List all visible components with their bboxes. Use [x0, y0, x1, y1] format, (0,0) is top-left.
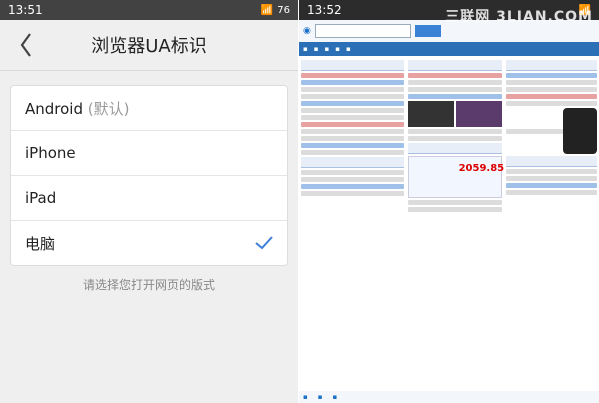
site-logo: ◉	[303, 26, 311, 36]
news-line[interactable]	[301, 177, 404, 182]
news-photo[interactable]	[407, 101, 454, 127]
watermark: 三联网 3LIAN.COM	[445, 9, 593, 25]
wifi-icon: 📶	[260, 4, 274, 16]
status-icons: 📶 76	[261, 5, 290, 16]
footer-link[interactable]: ▪	[303, 393, 308, 401]
sidebar-line[interactable]	[506, 94, 597, 99]
footer-link[interactable]: ▪	[318, 393, 323, 401]
nav-item[interactable]: ▪	[303, 45, 308, 53]
status-bar: 13:51 📶 76	[0, 0, 298, 20]
sidebar-tabs[interactable]	[506, 156, 597, 167]
headline[interactable]	[301, 80, 404, 85]
sidebar-line[interactable]	[506, 190, 597, 195]
news-line[interactable]	[301, 129, 404, 134]
sidebar-line[interactable]	[506, 183, 597, 188]
news-line[interactable]	[407, 129, 503, 134]
news-tabs[interactable]	[301, 60, 404, 71]
site-search-button[interactable]	[414, 25, 441, 37]
footer-hint: 请选择您打开网页的版式	[82, 278, 215, 292]
news-line[interactable]	[407, 207, 503, 212]
news-line[interactable]	[407, 200, 503, 205]
news-line[interactable]	[301, 136, 404, 141]
ua-option-ipad[interactable]: iPad	[11, 176, 287, 221]
page-title: 浏览器UA标识	[91, 36, 207, 57]
check-icon	[255, 236, 273, 250]
news-line[interactable]	[301, 191, 404, 196]
ua-settings-screen: 13:51 📶 76 浏览器UA标识 Android (默认) iPhone i…	[0, 0, 298, 403]
stock-value: 2059.85	[458, 163, 505, 174]
phone-ad-image[interactable]	[563, 108, 597, 154]
news-line[interactable]	[301, 108, 404, 113]
news-line[interactable]	[407, 80, 503, 85]
status-time: 13:51	[8, 3, 43, 17]
news-photo[interactable]	[455, 101, 503, 127]
photo-row	[407, 101, 503, 127]
news-line[interactable]	[301, 94, 404, 99]
ua-option-desktop[interactable]: 电脑	[11, 221, 287, 265]
news-line[interactable]	[407, 136, 503, 141]
stock-chart: 2059.85	[407, 156, 505, 198]
nav-bar: 浏览器UA标识	[0, 20, 298, 71]
sidebar-line[interactable]	[506, 87, 597, 92]
news-tabs[interactable]	[407, 60, 503, 71]
ua-option-label: iPad	[25, 189, 57, 207]
news-line[interactable]	[301, 87, 404, 92]
footer-link[interactable]: ▪	[333, 393, 338, 401]
headline[interactable]	[301, 73, 404, 78]
sidebar-line[interactable]	[506, 176, 597, 181]
sidebar-line[interactable]	[506, 80, 597, 85]
news-line[interactable]	[301, 115, 404, 120]
news-line[interactable]	[407, 87, 503, 92]
news-line[interactable]	[407, 94, 503, 99]
news-line[interactable]	[301, 170, 404, 175]
sidebar-line[interactable]	[506, 101, 597, 106]
nav-item[interactable]: ▪	[335, 45, 340, 53]
ua-option-label: 电脑	[25, 234, 56, 253]
sidebar-tabs[interactable]	[506, 60, 597, 71]
content-columns: 2059.85	[299, 60, 599, 393]
ua-option-label: Android	[25, 99, 83, 118]
news-line[interactable]	[301, 150, 404, 155]
ua-option-hint: (默认)	[87, 99, 130, 118]
ad-text	[506, 128, 563, 134]
news-line[interactable]	[301, 143, 404, 148]
news-tabs[interactable]	[301, 157, 404, 168]
ua-option-list: Android (默认) iPhone iPad 电脑	[10, 85, 288, 266]
headline[interactable]	[301, 122, 404, 127]
sidebar-column	[506, 60, 597, 393]
ua-option-label: iPhone	[25, 144, 76, 162]
site-search-input[interactable]	[314, 24, 411, 38]
news-column-mid: 2059.85	[407, 60, 505, 393]
news-column-left	[301, 60, 404, 393]
ua-option-android[interactable]: Android (默认)	[11, 86, 287, 131]
status-time: 13:52	[307, 3, 342, 17]
back-icon[interactable]	[16, 32, 36, 58]
site-nav: ▪ ▪ ▪ ▪ ▪	[299, 42, 599, 56]
site-footer-nav: ▪ ▪ ▪	[299, 391, 599, 403]
news-line[interactable]	[301, 184, 404, 189]
news-tabs[interactable]	[407, 143, 503, 154]
ad-box	[506, 108, 597, 154]
ua-option-iphone[interactable]: iPhone	[11, 131, 287, 176]
battery-level: 76	[277, 4, 290, 16]
sidebar-line[interactable]	[506, 169, 597, 174]
nav-item[interactable]: ▪	[346, 45, 351, 53]
nav-item[interactable]: ▪	[314, 45, 319, 53]
desktop-web-view: 13:52 📶 三联网 3LIAN.COM ◉ ▪ ▪ ▪ ▪ ▪ 2059.8…	[299, 0, 599, 403]
headline[interactable]	[407, 73, 503, 78]
sidebar-line[interactable]	[506, 73, 597, 78]
news-line[interactable]	[301, 101, 404, 106]
nav-item[interactable]: ▪	[325, 45, 330, 53]
